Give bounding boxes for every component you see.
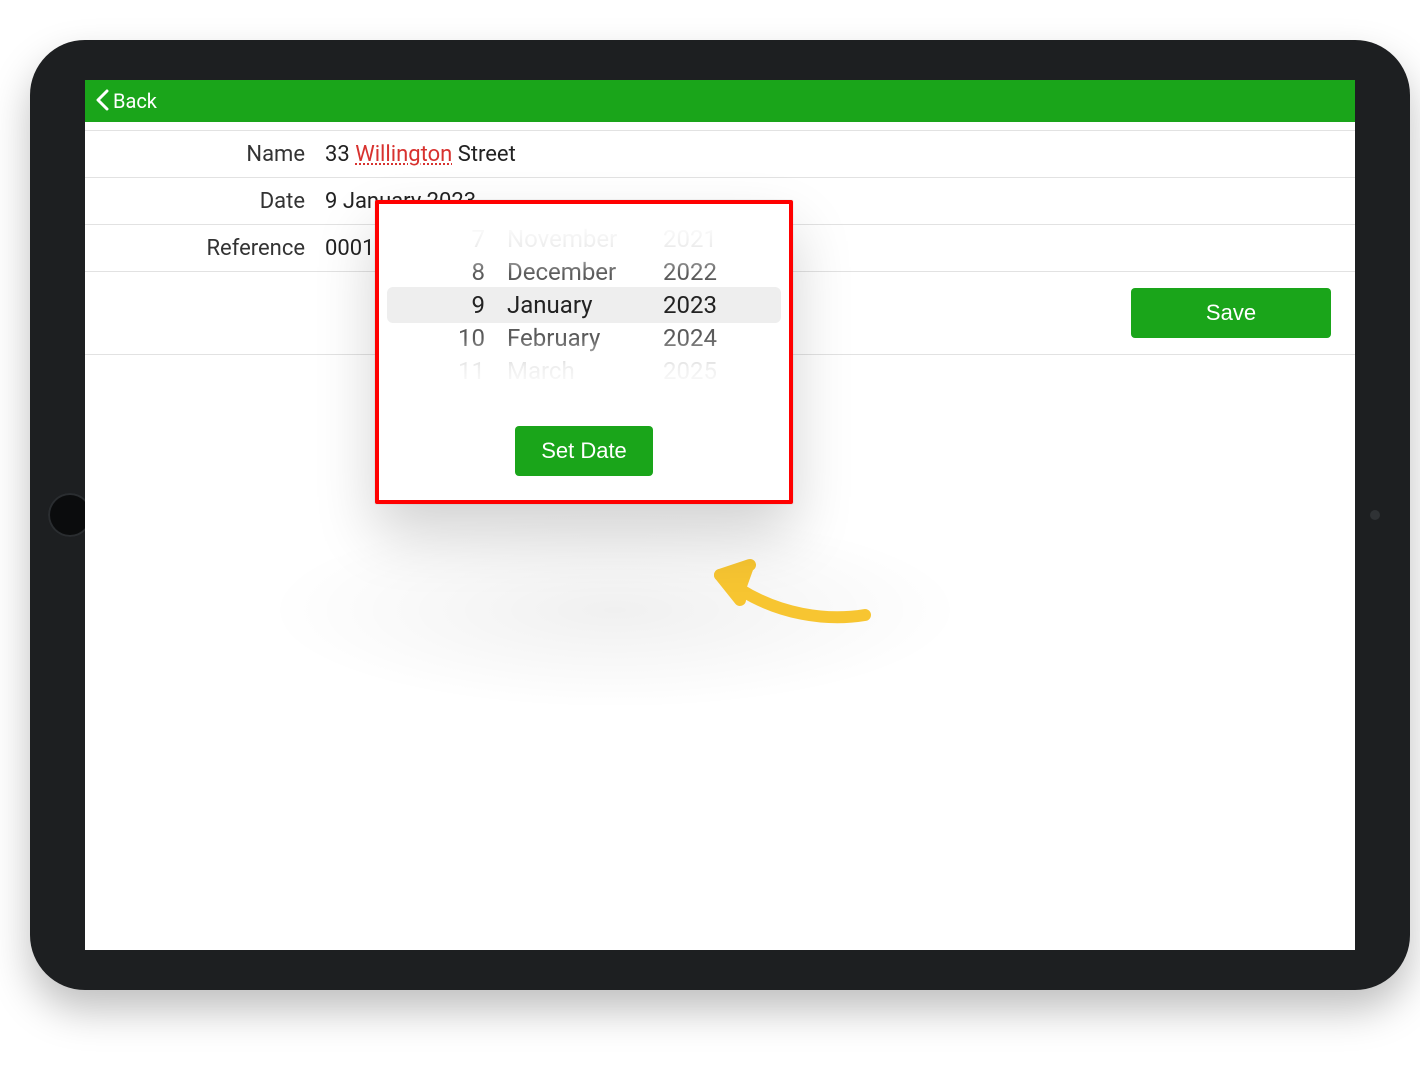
picker-item[interactable]: 7 xyxy=(405,223,485,256)
picker-item[interactable]: 2023 xyxy=(663,289,763,322)
picker-item[interactable]: November xyxy=(507,223,657,256)
date-wheel[interactable]: 678910111213 OctoberNovemberDecemberJanu… xyxy=(379,204,789,408)
picker-item[interactable]: March xyxy=(507,355,657,388)
spellflag-word: Willington xyxy=(355,142,452,167)
picker-item[interactable]: 2022 xyxy=(663,256,763,289)
picker-actions: Set Date xyxy=(379,408,789,500)
month-column[interactable]: OctoberNovemberDecemberJanuaryFebruaryMa… xyxy=(501,208,657,408)
back-label: Back xyxy=(113,89,157,113)
picker-item[interactable]: 6 xyxy=(405,208,485,223)
reference-label: Reference xyxy=(85,236,325,261)
picker-item[interactable]: April xyxy=(507,388,657,408)
picker-item[interactable]: December xyxy=(507,256,657,289)
picker-item[interactable]: January xyxy=(507,289,657,322)
row-name: Name 33 Willington Street xyxy=(85,130,1355,178)
chevron-left-icon xyxy=(95,89,109,111)
name-field[interactable]: 33 Willington Street xyxy=(325,142,1355,167)
app-screen: Back Name 33 Willington Street Date 9 Ja… xyxy=(85,80,1355,950)
picker-item[interactable]: October xyxy=(507,208,657,223)
front-camera xyxy=(1370,510,1380,520)
picker-item[interactable]: 2020 xyxy=(663,208,763,223)
picker-item[interactable]: 2026 xyxy=(663,388,763,408)
tablet-frame: Back Name 33 Willington Street Date 9 Ja… xyxy=(30,40,1410,990)
picker-item[interactable]: 2021 xyxy=(663,223,763,256)
back-button[interactable]: Back xyxy=(95,89,157,113)
picker-item[interactable]: 8 xyxy=(405,256,485,289)
day-column[interactable]: 678910111213 xyxy=(405,208,501,408)
topbar: Back xyxy=(85,80,1355,122)
picker-item[interactable]: 11 xyxy=(405,355,485,388)
year-column[interactable]: 20202021202220232024202520262027 xyxy=(657,208,763,408)
annotation-arrow-icon xyxy=(665,520,885,630)
picker-item[interactable]: 2024 xyxy=(663,322,763,355)
date-label: Date xyxy=(85,189,325,214)
name-label: Name xyxy=(85,142,325,167)
picker-item[interactable]: 2025 xyxy=(663,355,763,388)
picker-item[interactable]: 12 xyxy=(405,388,485,408)
save-button[interactable]: Save xyxy=(1131,288,1331,338)
set-date-button[interactable]: Set Date xyxy=(515,426,653,476)
picker-item[interactable]: 10 xyxy=(405,322,485,355)
picker-item[interactable]: 9 xyxy=(405,289,485,322)
picker-item[interactable]: February xyxy=(507,322,657,355)
date-picker-popover: 678910111213 OctoberNovemberDecemberJanu… xyxy=(375,200,793,504)
